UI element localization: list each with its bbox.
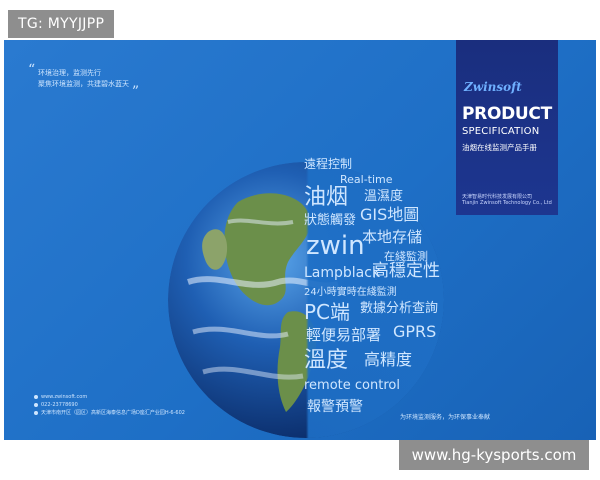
telegram-tag: TG: MYYJJPP [8,10,115,38]
contact-address-row: 天津市南开区（园区）高新区海泰信息广场D座汇产业园H-6-602 [34,409,185,417]
globe-icon [34,395,38,399]
contact-info: www.zwinsoft.com 022-23778690 天津市南开区（园区）… [34,393,185,417]
quote-line-2: 聚焦环境监测，共建碧水蓝天 [38,80,129,88]
cloud-word: GIS地圖 [360,205,420,224]
cloud-word: 遠程控制 [304,157,353,171]
quote-line-1: 环境治理，监测先行 [38,69,101,77]
contact-phone-row: 022-23778690 [34,401,185,409]
cloud-word: remote control [304,378,400,393]
product-subtitle: SPECIFICATION [462,126,540,137]
contact-address: 天津市南开区（园区）高新区海泰信息广场D座汇产业园H-6-602 [41,410,185,416]
cloud-word: 溫度 [304,348,349,373]
cloud-word: Real-time [340,173,393,186]
brochure-cover: “ 环境治理，监测先行 聚焦环境监测，共建碧水蓝天 ” Zwinsoft PRO… [4,40,596,440]
open-quote-icon: “ [28,62,36,78]
cloud-word: 數據分析查詢 [360,301,439,316]
cloud-word: 高穩定性 [372,261,440,281]
product-manual-title: 油烟在线监测产品手册 [462,143,537,152]
phone-icon [34,403,38,407]
quote-block: “ 环境治理，监测先行 聚焦环境监测，共建碧水蓝天 ” [28,63,139,99]
cloud-word: zwin [306,231,365,261]
product-title-box: Zwinsoft PRODUCT SPECIFICATION 油烟在线监测产品手… [456,40,558,215]
cloud-word: 24小時實時在綫監測 [304,287,397,298]
cloud-word: 報警預警 [307,399,363,415]
company-name-cn: 天津智易时代科技发展有限公司 [462,194,533,200]
cloud-word: PC端 [304,300,351,324]
brand-logo: Zwinsoft [464,80,522,94]
company-name-en: Tianjin Zwinsoft Technology Co., Ltd [462,200,552,206]
close-quote-icon: ” [131,84,139,100]
cloud-word: GPRS [393,322,437,341]
contact-phone: 022-23778690 [41,402,78,408]
cloud-word: Lampblack [304,265,381,281]
cloud-word: 輕便易部署 [306,326,382,344]
site-watermark: www.hg-kysports.com [399,440,589,470]
cloud-word: 油烟 [304,185,349,210]
product-title: PRODUCT [462,104,552,124]
cloud-word: 本地存儲 [362,228,423,246]
cloud-word: 高精度 [364,350,413,369]
cloud-word: 狀態觸發 [304,213,357,228]
contact-web-row: www.zwinsoft.com [34,393,185,401]
location-pin-icon [34,411,38,415]
contact-website: www.zwinsoft.com [41,394,88,400]
page: “ 环境治理，监测先行 聚焦环境监测，共建碧水蓝天 ” Zwinsoft PRO… [0,0,600,480]
footer-slogan: 为环境监测服务，为环保事业奉献 [400,414,491,421]
cloud-word: 溫濕度 [364,189,404,204]
